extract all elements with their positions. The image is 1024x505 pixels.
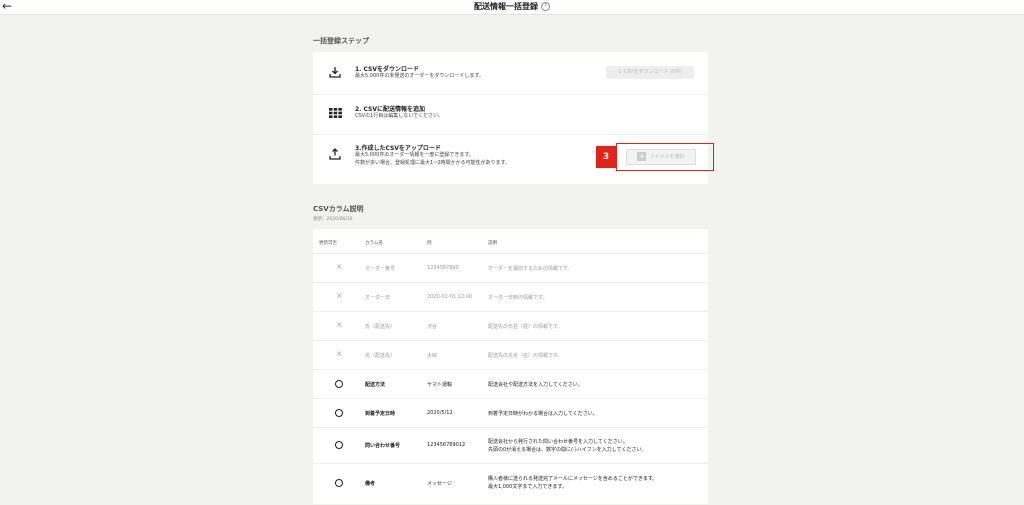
step-1-desc: 最大5,000件の未発送のオーダーをダウンロードします。: [355, 73, 484, 79]
cell-desc: オーダー日時の情報です。: [488, 295, 548, 301]
header-description: 説明: [488, 241, 497, 246]
table-row: 配送方法 ヤマト運輸 配送会社や配送方法を入力してください。: [313, 369, 708, 399]
cross-icon: ×: [336, 320, 343, 329]
cell-desc: 配送先の氏名（名）の情報です。: [488, 353, 563, 359]
annotation-badge: 3: [596, 146, 616, 168]
cell-desc: 到着予定日時がわかる場合は入力してください。: [488, 411, 598, 417]
cell-name: 配送方法: [365, 382, 386, 388]
cell-name: オーダー番号: [365, 266, 396, 272]
upload-icon: [329, 148, 341, 160]
cell-name: オーダー日: [365, 295, 391, 301]
table-row: × 名（配送先） 太郎 配送先の氏名（名）の情報です。: [313, 340, 708, 370]
updated-date: 更新：2020/06/16: [313, 217, 353, 222]
cell-example: 1234567890: [427, 265, 459, 271]
cell-name: 到着予定日時: [365, 411, 396, 417]
cell-desc: オーダーを識別するための情報です。: [488, 266, 573, 272]
cell-desc: 配送先の氏名（姓）の情報です。: [488, 324, 563, 330]
cell-example: 123456789012: [427, 442, 466, 448]
cell-example: 2020/5/12: [427, 410, 453, 416]
cell-desc-2: 先頭の0が消える場合は、数字の間に(-)ハイフンを入力してください。: [488, 447, 647, 453]
step-3-desc-1: 最大5,000件のオーダー情報を一度に登録できます。: [355, 152, 474, 158]
download-csv-button[interactable]: ↧ CSVをダウンロード (0件): [606, 66, 694, 79]
cell-name: 氏（配送先）: [365, 324, 396, 330]
header-editable: 更新可否: [319, 241, 337, 246]
plus-icon: +: [637, 152, 647, 161]
header-column-name: カラム名: [365, 241, 383, 246]
cell-desc: 購入者様に送られる発送完了メールにメッセージを含めることができます。: [488, 476, 658, 482]
help-icon[interactable]: ?: [541, 2, 550, 11]
download-small-icon: ↧: [617, 69, 622, 75]
cross-icon: ×: [336, 349, 343, 358]
cell-desc: 配送会社から発行された問い合わせ番号を入力してください。: [488, 439, 628, 445]
cross-icon: ×: [336, 291, 343, 300]
top-bar: ← 配送情報一括登録?: [0, 0, 1024, 15]
cross-icon: ×: [336, 262, 343, 271]
download-icon: [329, 67, 341, 78]
step-download: 1. CSVをダウンロード 最大5,000件の未発送のオーダーをダウンロードしま…: [313, 52, 708, 95]
cell-example: メッセージ: [427, 481, 452, 487]
columns-table: 更新可否 カラム名 例 説明 × オーダー番号 1234567890 オーダーを…: [313, 229, 708, 504]
circle-icon: [335, 479, 343, 487]
cell-example: 2020-01-01 12:00: [427, 294, 473, 300]
step-3-desc-2: 件数が多い場合、登録処理に最大1~2時間かかる可能性があります。: [355, 160, 511, 166]
cell-name: 備考: [365, 481, 376, 487]
table-row: × オーダー日 2020-01-01 12:00 オーダー日時の情報です。: [313, 282, 708, 312]
table-row: 備考 メッセージ 購入者様に送られる発送完了メールにメッセージを含めることができ…: [313, 463, 708, 505]
cell-name: 問い合わせ番号: [365, 443, 401, 449]
table-row: × 氏（配送先） 渋谷 配送先の氏名（姓）の情報です。: [313, 311, 708, 341]
table-row: 問い合わせ番号 123456789012 配送会社から発行された問い合わせ番号を…: [313, 427, 708, 464]
columns-section-title: CSVカラム説明: [313, 205, 364, 213]
page-title: 配送情報一括登録?: [0, 1, 1024, 13]
header-example: 例: [427, 241, 432, 246]
cell-example: 太郎: [427, 353, 438, 359]
steps-section-title: 一括登録ステップ: [313, 37, 369, 45]
step-2-desc: CSVの1行目は編集しないでください。: [355, 113, 444, 119]
grid-icon: [329, 108, 342, 118]
cell-name: 名（配送先）: [365, 353, 396, 359]
circle-icon: [335, 409, 343, 417]
table-row: × オーダー番号 1234567890 オーダーを識別するための情報です。: [313, 253, 708, 283]
step-add-info: 2. CSVに配送情報を追加 CSVの1行目は編集しないでください。: [313, 94, 708, 135]
cell-desc: 配送会社や配送方法を入力してください。: [488, 382, 583, 388]
circle-icon: [335, 441, 343, 449]
cell-example: 渋谷: [427, 324, 438, 330]
cell-example: ヤマト運輸: [427, 382, 453, 388]
cell-desc-2: 最大1,000文字まで入力できます。: [488, 484, 567, 490]
circle-icon: [335, 380, 343, 388]
choose-file-button[interactable]: + ファイルを選択: [626, 149, 696, 165]
table-row: 到着予定日時 2020/5/12 到着予定日時がわかる場合は入力してください。: [313, 398, 708, 428]
